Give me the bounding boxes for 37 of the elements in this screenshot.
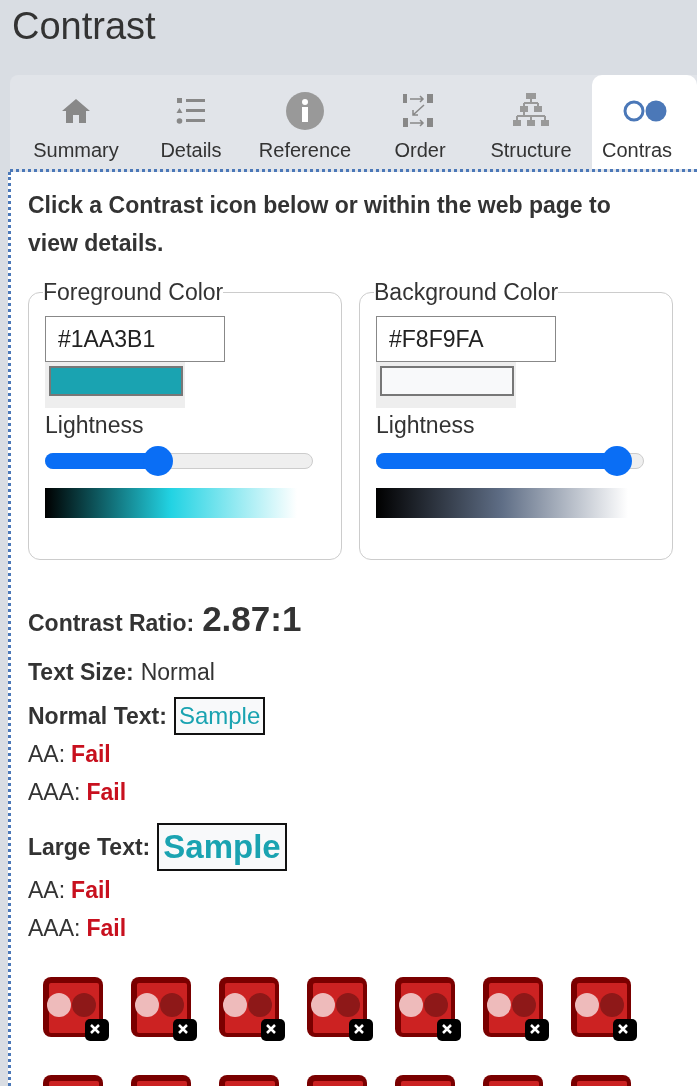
level-label: AA: — [28, 876, 66, 905]
level-label: AAA: — [28, 914, 81, 943]
hex-input-field[interactable]: #F8F9FA — [376, 316, 556, 362]
result-label: Large Text: — [28, 832, 151, 862]
result-label: Normal Text: — [28, 701, 167, 731]
lightness-slider[interactable] — [45, 446, 313, 476]
text-size-label: Text Size: — [28, 657, 134, 687]
group-legend: Foreground Color — [43, 278, 224, 306]
info-icon — [285, 91, 325, 131]
slider-label: Lightness — [376, 411, 476, 440]
result-status: Fail — [71, 740, 111, 769]
instructions-text: Click a Contrast icon below or within the web page to view details. — [28, 191, 612, 258]
color-swatch[interactable] — [376, 362, 516, 408]
tab[interactable]: Summary — [10, 75, 142, 169]
level-label: AA: — [28, 740, 66, 769]
tab[interactable]: Reference — [240, 75, 370, 169]
tab[interactable]: Details — [142, 75, 240, 169]
ratio-label: Contrast Ratio: — [28, 609, 195, 638]
group-legend: Background Color — [374, 278, 559, 306]
sample-text: Sample — [173, 697, 266, 735]
result-status: Fail — [71, 876, 111, 905]
panel-title: Contrast — [11, 4, 157, 49]
result-status: Fail — [86, 914, 127, 943]
lightness-slider[interactable] — [376, 446, 644, 476]
tab[interactable]: Order — [370, 75, 470, 169]
tab[interactable]: Contras — [592, 75, 697, 169]
ratio-value: 2.87:1 — [202, 600, 302, 638]
color-swatch[interactable] — [45, 362, 185, 408]
tab[interactable]: Structure — [470, 75, 592, 169]
list-icon — [175, 96, 207, 126]
slider-label: Lightness — [45, 411, 145, 440]
sample-text: Sample — [157, 823, 287, 871]
hex-input-field[interactable]: #1AA3B1 — [45, 316, 225, 362]
home-icon — [60, 97, 92, 125]
level-label: AAA: — [28, 778, 81, 807]
result-status: Fail — [86, 778, 127, 807]
text-size-value: Normal — [140, 657, 215, 687]
